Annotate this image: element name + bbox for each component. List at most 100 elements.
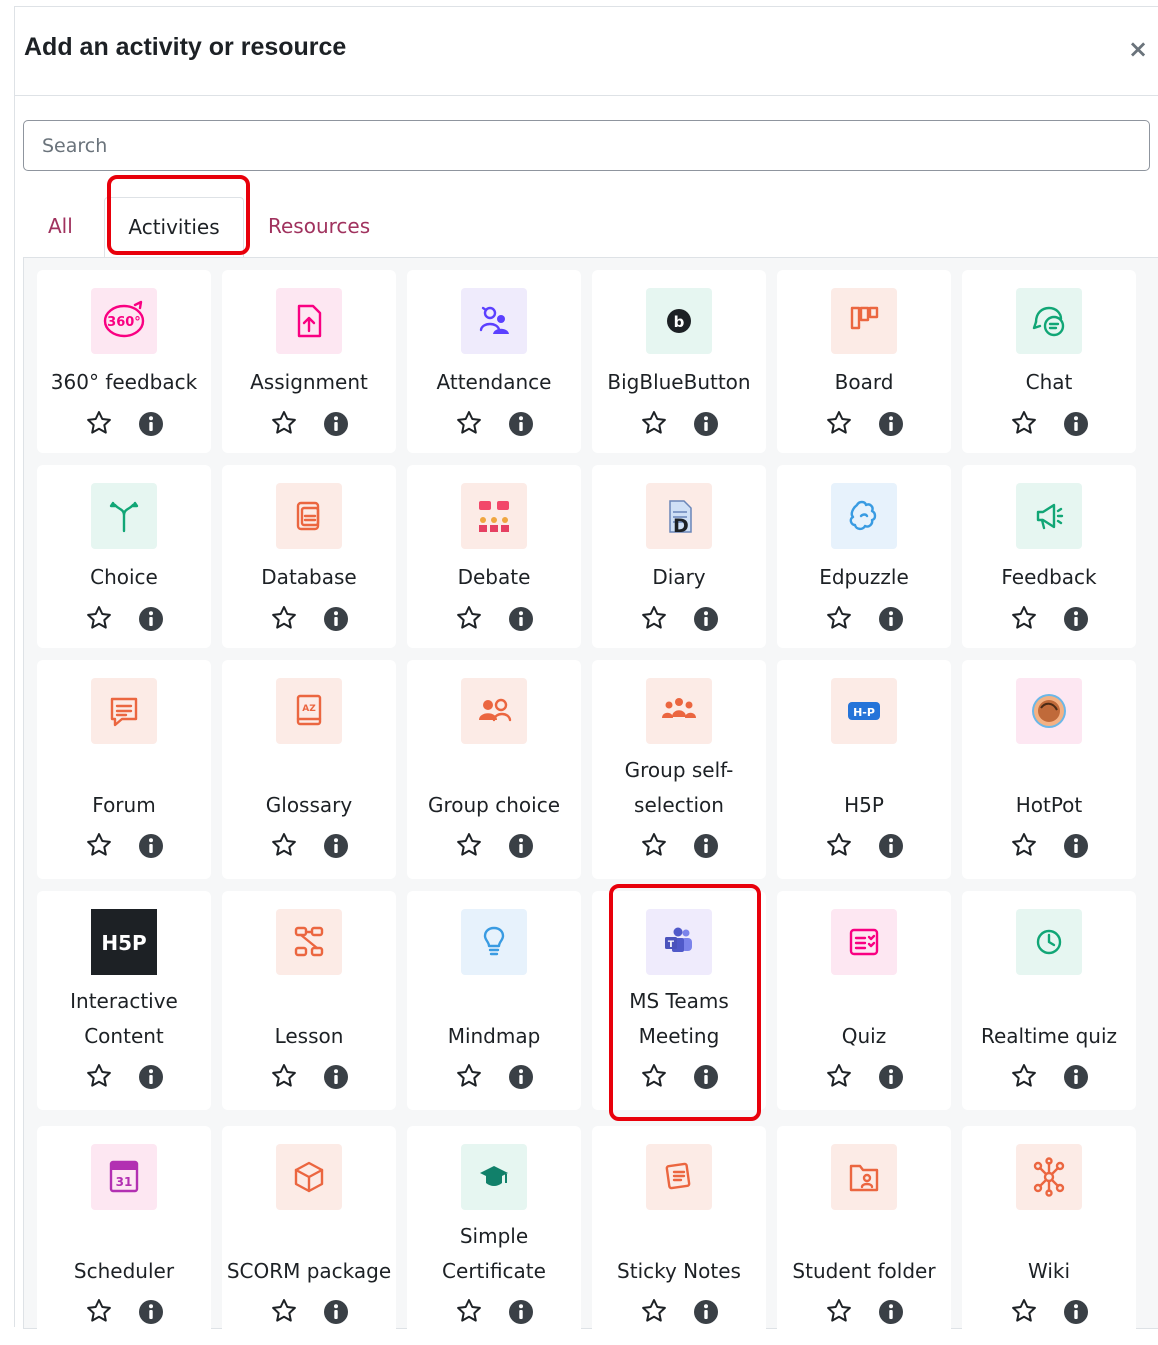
glossary-icon: AZ <box>276 678 342 744</box>
star-icon[interactable] <box>455 409 483 437</box>
activity-card-sticky-notes[interactable]: Sticky Notes <box>592 1126 766 1345</box>
star-icon[interactable] <box>825 409 853 437</box>
star-icon[interactable] <box>825 831 853 859</box>
activity-card-quiz[interactable]: Quiz <box>777 891 951 1110</box>
star-icon[interactable] <box>85 831 113 859</box>
star-icon[interactable] <box>1010 604 1038 632</box>
info-icon[interactable] <box>878 606 904 632</box>
star-icon[interactable] <box>640 1062 668 1090</box>
star-icon[interactable] <box>825 1062 853 1090</box>
info-icon[interactable] <box>138 411 164 437</box>
info-icon[interactable] <box>508 606 534 632</box>
star-icon[interactable] <box>1010 1297 1038 1325</box>
info-icon[interactable] <box>878 411 904 437</box>
star-icon[interactable] <box>455 1062 483 1090</box>
tab-resources[interactable]: Resources <box>268 197 370 255</box>
activity-card-diary[interactable]: D Diary <box>592 465 766 648</box>
activity-card-hotpot[interactable]: HotPot <box>962 660 1136 879</box>
activity-card-forum[interactable]: Forum <box>37 660 211 879</box>
activity-card-choice[interactable]: Choice <box>37 465 211 648</box>
star-icon[interactable] <box>270 409 298 437</box>
info-icon[interactable] <box>693 411 719 437</box>
tab-all[interactable]: All <box>48 197 73 255</box>
choice-icon <box>91 483 157 549</box>
info-icon[interactable] <box>323 606 349 632</box>
search-input[interactable] <box>23 120 1150 171</box>
star-icon[interactable] <box>455 1297 483 1325</box>
activity-card-mindmap[interactable]: Mindmap <box>407 891 581 1110</box>
info-icon[interactable] <box>508 1299 534 1325</box>
star-icon[interactable] <box>270 1062 298 1090</box>
info-icon[interactable] <box>323 1299 349 1325</box>
activity-card-attendance[interactable]: Attendance <box>407 270 581 453</box>
ms-teams-icon: T <box>646 909 712 975</box>
activity-card-database[interactable]: Database <box>222 465 396 648</box>
activity-card-group-choice[interactable]: Group choice <box>407 660 581 879</box>
star-icon[interactable] <box>85 409 113 437</box>
star-icon[interactable] <box>825 604 853 632</box>
info-icon[interactable] <box>693 1299 719 1325</box>
activity-card-feedback[interactable]: Feedback <box>962 465 1136 648</box>
activity-card-h5p[interactable]: H-P H5P <box>777 660 951 879</box>
scorm-package-icon <box>276 1144 342 1210</box>
activity-card-group-self-selection[interactable]: Group self-selection <box>592 660 766 879</box>
star-icon[interactable] <box>640 1297 668 1325</box>
info-icon[interactable] <box>138 1064 164 1090</box>
info-icon[interactable] <box>323 411 349 437</box>
star-icon[interactable] <box>85 1297 113 1325</box>
info-icon[interactable] <box>693 606 719 632</box>
info-icon[interactable] <box>323 1064 349 1090</box>
star-icon[interactable] <box>455 604 483 632</box>
info-icon[interactable] <box>693 1064 719 1090</box>
info-icon[interactable] <box>508 833 534 859</box>
star-icon[interactable] <box>640 604 668 632</box>
activity-card-board[interactable]: Board <box>777 270 951 453</box>
star-icon[interactable] <box>1010 1062 1038 1090</box>
activity-card-360-feedback[interactable]: 360° 360° feedback <box>37 270 211 453</box>
activity-card-student-folder[interactable]: Student folder <box>777 1126 951 1345</box>
activity-card-debate[interactable]: Debate <box>407 465 581 648</box>
info-icon[interactable] <box>138 833 164 859</box>
activity-card-scheduler[interactable]: 31 Scheduler <box>37 1126 211 1345</box>
star-icon[interactable] <box>455 831 483 859</box>
activity-card-assignment[interactable]: Assignment <box>222 270 396 453</box>
star-icon[interactable] <box>85 1062 113 1090</box>
star-icon[interactable] <box>270 831 298 859</box>
activity-card-interactive-content[interactable]: H5P Interactive Content <box>37 891 211 1110</box>
info-icon[interactable] <box>878 1064 904 1090</box>
activity-card-lesson[interactable]: Lesson <box>222 891 396 1110</box>
info-icon[interactable] <box>1063 833 1089 859</box>
info-icon[interactable] <box>508 1064 534 1090</box>
star-icon[interactable] <box>85 604 113 632</box>
activity-card-glossary[interactable]: AZ Glossary <box>222 660 396 879</box>
info-icon[interactable] <box>693 833 719 859</box>
star-icon[interactable] <box>640 409 668 437</box>
star-icon[interactable] <box>1010 409 1038 437</box>
activity-card-scorm-package[interactable]: SCORM package <box>222 1126 396 1345</box>
tab-activities[interactable]: Activities <box>104 197 244 259</box>
activity-card-wiki[interactable]: Wiki <box>962 1126 1136 1345</box>
info-icon[interactable] <box>1063 606 1089 632</box>
activity-card-chat[interactable]: Chat <box>962 270 1136 453</box>
info-icon[interactable] <box>323 833 349 859</box>
activity-card-ms-teams-meeting[interactable]: T MS Teams Meeting <box>592 891 766 1110</box>
star-icon[interactable] <box>825 1297 853 1325</box>
star-icon[interactable] <box>640 831 668 859</box>
info-icon[interactable] <box>138 1299 164 1325</box>
info-icon[interactable] <box>878 833 904 859</box>
info-icon[interactable] <box>138 606 164 632</box>
activity-name: Interactive Content <box>70 989 178 1048</box>
star-icon[interactable] <box>270 1297 298 1325</box>
star-icon[interactable] <box>1010 831 1038 859</box>
info-icon[interactable] <box>508 411 534 437</box>
info-icon[interactable] <box>1063 1299 1089 1325</box>
info-icon[interactable] <box>1063 1064 1089 1090</box>
info-icon[interactable] <box>878 1299 904 1325</box>
close-button[interactable]: × <box>1127 35 1149 63</box>
info-icon[interactable] <box>1063 411 1089 437</box>
activity-card-edpuzzle[interactable]: Edpuzzle <box>777 465 951 648</box>
activity-card-bigbluebutton[interactable]: b BigBlueButton <box>592 270 766 453</box>
activity-card-realtime-quiz[interactable]: Realtime quiz <box>962 891 1136 1110</box>
activity-card-simple-certificate[interactable]: Simple Certificate <box>407 1126 581 1345</box>
star-icon[interactable] <box>270 604 298 632</box>
